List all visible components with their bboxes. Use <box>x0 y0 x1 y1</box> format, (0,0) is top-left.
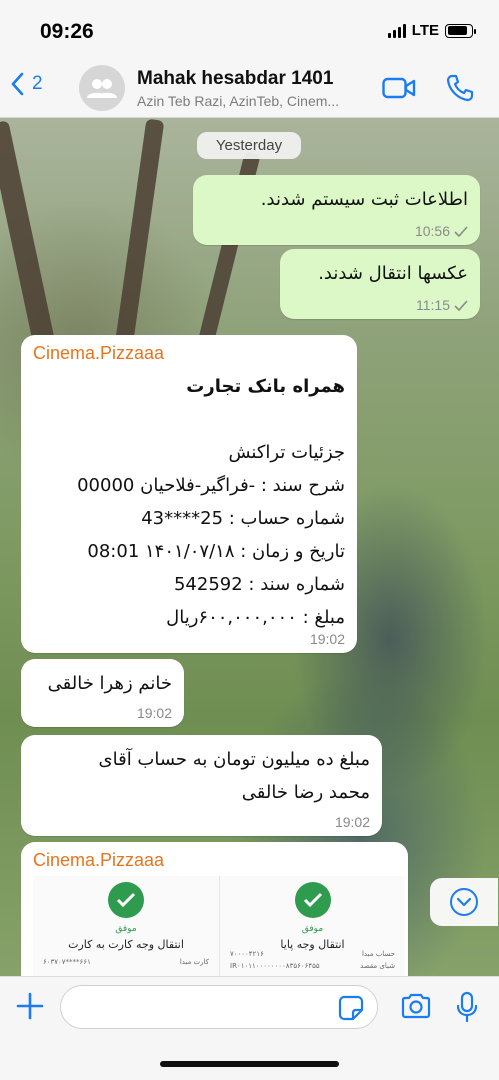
sender-name: Cinema.Pizzaaa <box>33 343 165 363</box>
message-time: 19:02 <box>334 814 370 830</box>
status-bar: 09:26 LTE <box>0 0 499 60</box>
message-text: خانم زهرا خالقی <box>47 673 172 694</box>
receipt-label: شبای مقصد <box>360 962 395 970</box>
home-indicator <box>160 1061 339 1067</box>
sticker-icon <box>338 995 364 1021</box>
receipt-value: ۷۰۰۰۰۴۲۱۶ <box>230 950 264 958</box>
signal-icon <box>387 23 406 38</box>
message-bubble[interactable]: Cinema.Pizzaaa همراه بانک تجارت جزئیات ت… <box>21 335 357 653</box>
message-time: 11:15 <box>416 297 450 313</box>
message-line: شماره سند : 542592 <box>173 574 345 595</box>
chat-title[interactable]: Mahak hesabdar 1401 <box>137 68 333 90</box>
camera-button[interactable] <box>400 993 432 1024</box>
sender-name: Cinema.Pizzaaa <box>33 850 165 870</box>
message-line: محمد رضا خالقی <box>241 782 370 803</box>
camera-icon <box>401 993 431 1019</box>
receipt-value: ۶۰۳۷۰۷****۶۶۱ <box>43 958 91 966</box>
message-line: مبلغ ده میلیون تومان به حساب آقای <box>98 749 370 770</box>
group-avatar[interactable] <box>79 65 125 111</box>
check-circle-icon <box>108 882 144 918</box>
microphone-icon <box>456 991 478 1023</box>
receipt-label: کارت مبدا <box>179 958 209 966</box>
receipt-status: موفق <box>301 924 324 934</box>
battery-fill <box>447 26 468 35</box>
message-line: شرح سند : -فراگیر-فلاحیان 00000 <box>77 475 345 496</box>
message-line: تاریخ و زمان : ۱۴۰۱/۰۷/۱۸ 08:01 <box>87 541 345 562</box>
receipt-paya-transfer: موفق انتقال وجه پایا ۷۰۰۰۰۴۲۱۶ حساب مبدا… <box>219 876 405 976</box>
message-meta: 19:02 <box>310 631 345 647</box>
back-button[interactable]: 2 <box>10 72 43 96</box>
message-bubble[interactable]: Cinema.Pizzaaa موفق انتقال وجه کارت به ک… <box>21 842 408 976</box>
message-time: 19:02 <box>136 705 172 721</box>
status-indicators: LTE <box>387 22 476 39</box>
check-circle-icon <box>294 882 331 918</box>
video-camera-icon <box>382 77 416 99</box>
chevron-down-circle-icon <box>450 888 478 916</box>
chat-members[interactable]: Azin Teb Razi, AzinTeb, Cinem... <box>137 93 369 109</box>
phone-icon <box>446 74 474 102</box>
sent-check-icon <box>454 225 468 237</box>
message-bubble[interactable]: عکسها انتقال شدند. 11:15 <box>280 249 480 319</box>
battery-icon <box>445 23 476 38</box>
message-input-bar <box>0 976 499 1080</box>
receipt-row: IR۰۱۰۱۱۰۰۰۰۰۰۰۰۸۳۵۶۰۶۴۵۵ شبای مقصد <box>230 962 395 970</box>
message-input[interactable] <box>60 985 378 1029</box>
sent-check-icon <box>454 299 468 311</box>
message-bubble[interactable]: اطلاعات ثبت سیستم شدند. 10:56 <box>193 175 480 245</box>
voice-message-button[interactable] <box>455 991 479 1028</box>
receipt-title: انتقال وجه کارت به کارت <box>68 938 184 951</box>
receipt-image[interactable]: موفق انتقال وجه کارت به کارت ۶۰۳۷۰۷****۶… <box>33 876 405 976</box>
message-text: اطلاعات ثبت سیستم شدند. <box>260 189 468 210</box>
chat-header: 2 Mahak hesabdar 1401 Azin Teb Razi, Azi… <box>0 60 499 118</box>
message-time: 19:02 <box>309 631 345 647</box>
receipt-label: حساب مبدا <box>361 950 395 958</box>
chevron-left-icon <box>11 72 24 96</box>
message-line: مبلغ : ۶۰۰,۰۰۰,۰۰۰ریال <box>166 607 345 628</box>
attach-button[interactable] <box>15 991 45 1026</box>
receipt-status: موفق <box>115 924 137 934</box>
message-time: 10:56 <box>414 223 450 239</box>
video-call-button[interactable] <box>382 76 416 105</box>
receipt-row: ۷۰۰۰۰۴۲۱۶ حساب مبدا <box>230 950 395 958</box>
message-meta: 19:02 <box>137 705 172 721</box>
message-line: شماره حساب : 25****43 <box>141 508 345 529</box>
receipt-row: ۶۰۳۷۰۷****۶۶۱ کارت مبدا <box>43 958 209 966</box>
message-line: همراه بانک تجارت <box>186 376 345 397</box>
message-meta: 19:02 <box>335 814 370 830</box>
message-bubble[interactable]: مبلغ ده میلیون تومان به حساب آقای محمد ر… <box>21 735 382 836</box>
message-meta: 11:15 <box>416 297 468 313</box>
plus-icon <box>16 992 44 1020</box>
status-time: 09:26 <box>40 20 94 43</box>
receipt-value: IR۰۱۰۱۱۰۰۰۰۰۰۰۰۸۳۵۶۰۶۴۵۵ <box>230 962 320 970</box>
group-icon <box>87 79 117 98</box>
message-meta: 10:56 <box>415 223 468 239</box>
message-text: عکسها انتقال شدند. <box>318 263 468 284</box>
date-divider: Yesterday <box>197 132 301 159</box>
network-label: LTE <box>411 22 439 39</box>
unread-count: 2 <box>32 73 43 94</box>
scroll-to-bottom-button[interactable] <box>430 878 498 926</box>
message-line: جزئیات تراکنش <box>228 442 345 463</box>
chat-area[interactable]: Yesterday اطلاعات ثبت سیستم شدند. 10:56 … <box>0 118 499 976</box>
sticker-button[interactable] <box>338 995 364 1026</box>
message-bubble[interactable]: خانم زهرا خالقی 19:02 <box>21 659 184 727</box>
voice-call-button[interactable] <box>446 74 474 107</box>
receipt-card-transfer: موفق انتقال وجه کارت به کارت ۶۰۳۷۰۷****۶… <box>33 876 219 976</box>
